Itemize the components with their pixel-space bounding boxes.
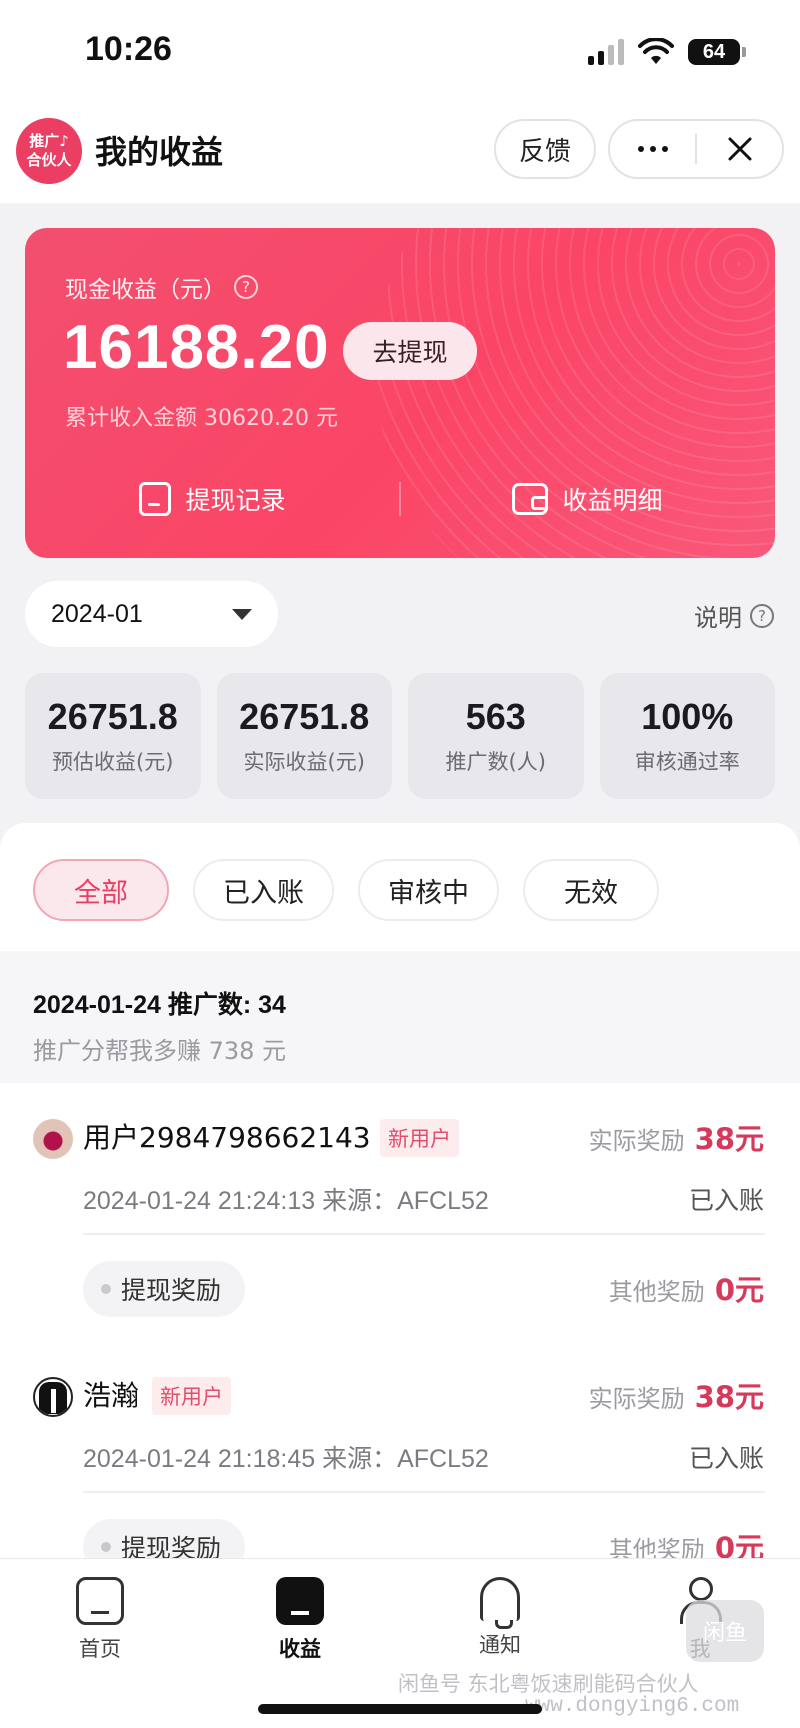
list-item[interactable]: 用户2984798662143 新用户 实际奖励 38元 2024-01-24 … — [0, 1083, 800, 1343]
nav-home-label: 首页 — [79, 1637, 121, 1661]
battery-icon: 64 — [688, 39, 746, 65]
avatar — [33, 1377, 73, 1417]
card-links: 提现记录 收益明细 — [25, 474, 775, 524]
actual-reward-value: 38元 — [694, 1380, 764, 1414]
actual-reward-label: 实际奖励 — [588, 1385, 685, 1413]
new-user-badge: 新用户 — [380, 1119, 459, 1157]
logo-line2: 合伙人 — [26, 151, 72, 169]
title-bar: 推广♪ 合伙人 我的收益 反馈 — [0, 105, 800, 203]
withdraw-records-link[interactable]: 提现记录 — [25, 481, 400, 517]
watermark-badge: 闲鱼 — [686, 1600, 764, 1662]
feedback-button[interactable]: 反馈 — [494, 119, 596, 179]
status-tabs: 全部 已入账 审核中 无效 — [33, 859, 659, 921]
tab-reviewing[interactable]: 审核中 — [358, 859, 499, 921]
withdraw-records-label: 提现记录 — [185, 486, 286, 515]
battery-level: 64 — [688, 39, 740, 65]
caret-down-icon — [232, 609, 252, 620]
stat-label: 预估收益(元) — [52, 750, 174, 774]
stat-label: 审核通过率 — [634, 750, 740, 774]
total-income-text: 累计收入金额 30620.20 元 — [65, 406, 338, 431]
tab-all[interactable]: 全部 — [33, 859, 169, 921]
cash-earnings-amount: 16188.20 — [63, 313, 330, 382]
earnings-icon — [276, 1577, 324, 1625]
stat-promotion-count: 563 推广数(人) — [408, 673, 584, 799]
stats-row: 26751.8 预估收益(元) 26751.8 实际收益(元) 563 推广数(… — [25, 673, 775, 799]
user-name: 用户2984798662143 — [83, 1121, 371, 1154]
avatar — [33, 1119, 73, 1159]
more-button[interactable] — [610, 121, 695, 177]
nav-notifications-label: 通知 — [479, 1633, 521, 1657]
other-reward-label: 其他奖励 — [608, 1278, 705, 1306]
wallet-icon — [512, 483, 549, 515]
document-icon — [139, 482, 172, 516]
record-status: 已入账 — [688, 1444, 764, 1473]
status-bar: 10:26 64 — [0, 0, 800, 105]
close-icon — [728, 137, 751, 161]
stat-approval-rate: 100% 审核通过率 — [599, 673, 775, 799]
status-icons: 64 — [588, 38, 746, 66]
actual-reward: 实际奖励 38元 — [589, 1116, 764, 1158]
withdraw-reward-chip: 提现奖励 — [83, 1261, 246, 1317]
wifi-icon — [638, 38, 674, 64]
stat-actual-earnings: 26751.8 实际收益(元) — [216, 673, 392, 799]
explain-link[interactable]: 说明 ? — [694, 598, 774, 633]
record-meta: 2024-01-24 21:18:45 来源：AFCL52 — [83, 1445, 489, 1473]
record-status: 已入账 — [688, 1186, 764, 1215]
record-meta: 2024-01-24 21:24:13 来源：AFCL52 — [83, 1187, 489, 1215]
cash-earnings-label: 现金收益（元） ? — [65, 270, 258, 304]
day-header: 2024-01-24 推广数: 34 推广分帮我多赚 738 元 — [0, 951, 800, 1083]
chip-label: 提现奖励 — [121, 1276, 222, 1305]
help-icon[interactable]: ? — [234, 275, 258, 299]
watermark-url: www.dongying6.com — [525, 1695, 740, 1718]
mini-program-capsule — [608, 119, 784, 179]
explain-label: 说明 — [694, 604, 742, 632]
status-time: 10:26 — [85, 30, 172, 68]
dot-icon — [101, 1542, 111, 1552]
home-indicator — [258, 1704, 542, 1714]
cellular-signal-icon — [588, 39, 624, 65]
bell-icon — [480, 1577, 520, 1629]
home-icon — [76, 1577, 124, 1625]
page-title: 我的收益 — [95, 133, 224, 171]
withdraw-button[interactable]: 去提现 — [343, 322, 477, 380]
day-title: 2024-01-24 推广数: 34 — [33, 991, 286, 1019]
user-name: 浩瀚 — [83, 1379, 140, 1412]
stat-value: 26751.8 — [47, 696, 178, 737]
other-reward: 其他奖励 0元 — [609, 1267, 764, 1309]
more-icon — [637, 146, 668, 152]
month-value: 2024-01 — [51, 599, 143, 628]
stat-value: 26751.8 — [239, 696, 370, 737]
promoter-logo: 推广♪ 合伙人 — [16, 118, 82, 184]
income-detail-label: 收益明细 — [562, 486, 663, 515]
watermark-text: 闲鱼号 东北粤饭速刷能码合伙人 — [398, 1672, 699, 1696]
actual-reward-label: 实际奖励 — [588, 1127, 685, 1155]
nav-earnings-label: 收益 — [279, 1637, 321, 1661]
day-subtitle: 推广分帮我多赚 738 元 — [33, 1037, 287, 1065]
cash-earnings-label-text: 现金收益（元） — [65, 277, 226, 303]
close-button[interactable] — [697, 121, 782, 177]
dot-icon — [101, 1284, 111, 1294]
tab-invalid[interactable]: 无效 — [523, 859, 659, 921]
other-reward-value: 0元 — [714, 1273, 764, 1307]
stat-estimated-earnings: 26751.8 预估收益(元) — [25, 673, 201, 799]
stat-value: 100% — [641, 696, 734, 737]
stat-label: 推广数(人) — [445, 750, 546, 774]
earnings-card: 现金收益（元） ? 16188.20 去提现 累计收入金额 30620.20 元… — [25, 228, 775, 558]
actual-reward: 实际奖励 38元 — [589, 1374, 764, 1416]
stat-label: 实际收益(元) — [243, 750, 365, 774]
income-detail-link[interactable]: 收益明细 — [400, 481, 775, 517]
tab-credited[interactable]: 已入账 — [193, 859, 334, 921]
help-icon: ? — [750, 603, 774, 628]
nav-notifications[interactable]: 通知 — [440, 1577, 560, 1659]
new-user-badge: 新用户 — [152, 1377, 231, 1415]
logo-line1: 推广♪ — [29, 132, 69, 150]
actual-reward-value: 38元 — [694, 1122, 764, 1156]
nav-earnings[interactable]: 收益 — [240, 1577, 360, 1663]
nav-home[interactable]: 首页 — [40, 1577, 160, 1663]
month-selector[interactable]: 2024-01 — [25, 581, 278, 647]
stat-value: 563 — [465, 696, 526, 737]
